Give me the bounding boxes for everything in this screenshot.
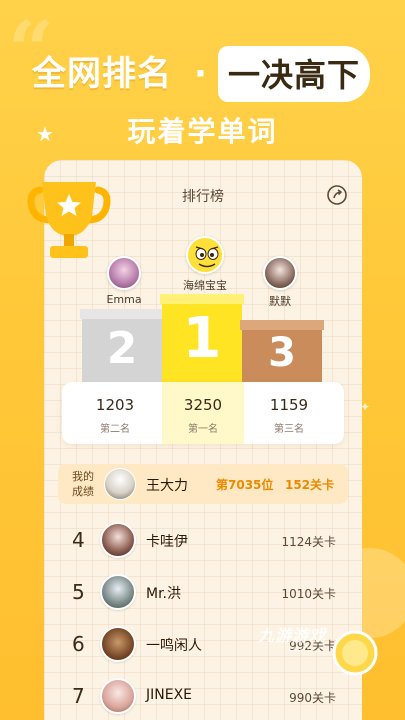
my-position: 第7035位	[216, 478, 274, 492]
list-item[interactable]: 7 JINEXE 990关卡	[44, 672, 362, 720]
rank-number: 4	[72, 528, 85, 552]
share-icon[interactable]	[326, 184, 348, 206]
list-item[interactable]: 4 卡哇伊 1124关卡	[44, 516, 362, 568]
subtitle: 玩着学单词	[127, 115, 278, 148]
trophy-icon	[27, 182, 111, 258]
winner-name: 海绵宝宝	[183, 279, 227, 292]
avatar	[186, 236, 224, 274]
podium-top	[240, 320, 324, 330]
avatar	[100, 678, 136, 714]
avatar	[100, 574, 136, 610]
podium-top	[80, 309, 164, 319]
score-second: 1203 第二名	[68, 396, 162, 435]
avatar	[104, 468, 136, 500]
player-name: 卡哇伊	[146, 534, 188, 550]
score-value: 1203	[95, 396, 135, 414]
avatar	[100, 626, 136, 662]
player-levels: 1010关卡	[281, 587, 336, 601]
podium-first: 1	[160, 294, 244, 383]
score-value: 3250	[183, 396, 223, 414]
podium-second: 2	[80, 309, 164, 383]
player-levels: 990关卡	[289, 691, 336, 705]
rank-label: 第三名	[274, 424, 304, 435]
podium-number: 2	[106, 323, 138, 374]
rank-number: 6	[72, 632, 85, 656]
podium-number: 1	[182, 306, 222, 371]
headline-left: 全网排名	[32, 54, 172, 94]
watermark-subtext: com.cn	[288, 644, 325, 655]
emoji-face-icon	[189, 239, 222, 272]
rank-number: 7	[72, 684, 85, 708]
podium-top	[160, 294, 244, 304]
player-name: Mr.洪	[146, 586, 181, 602]
winner-name: Emma	[106, 293, 142, 306]
player-levels: 1124关卡	[281, 535, 336, 549]
winner-third[interactable]: 默默	[252, 256, 308, 309]
my-name: 王大力	[146, 478, 188, 494]
score-third: 1159 第三名	[242, 396, 336, 435]
score-panel: 1203 第二名 3250 第一名 1159 第三名	[62, 382, 344, 444]
avatar	[107, 256, 141, 290]
avatar	[263, 256, 297, 290]
headline-right-pill: 一决高下	[218, 46, 371, 102]
medal-icon	[332, 630, 378, 676]
my-result-label: 我的成绩	[72, 470, 94, 498]
star-icon: ★	[36, 122, 54, 146]
my-levels: 152关卡	[285, 478, 335, 492]
my-result-row[interactable]: 我的成绩 王大力 第7035位 152关卡	[58, 464, 348, 504]
podium-number: 3	[268, 330, 296, 376]
winner-name: 默默	[269, 295, 291, 308]
rank-number: 5	[72, 580, 85, 604]
avatar	[100, 522, 136, 558]
headline: 全网排名 · 一决高下	[0, 40, 405, 104]
player-name: 一鸣闲人	[146, 638, 202, 654]
headline-dot: ·	[194, 54, 207, 94]
watermark-text: 九游游戏	[258, 626, 327, 645]
score-first: 3250 第一名	[156, 396, 250, 435]
rank-label: 第二名	[100, 424, 130, 435]
winner-first[interactable]: 海绵宝宝	[170, 236, 240, 293]
score-value: 1159	[269, 396, 309, 414]
list-item[interactable]: 5 Mr.洪 1010关卡	[44, 568, 362, 620]
podium-third: 3	[240, 320, 324, 383]
player-name: JINEXE	[146, 687, 193, 703]
rank-label: 第一名	[188, 424, 218, 435]
